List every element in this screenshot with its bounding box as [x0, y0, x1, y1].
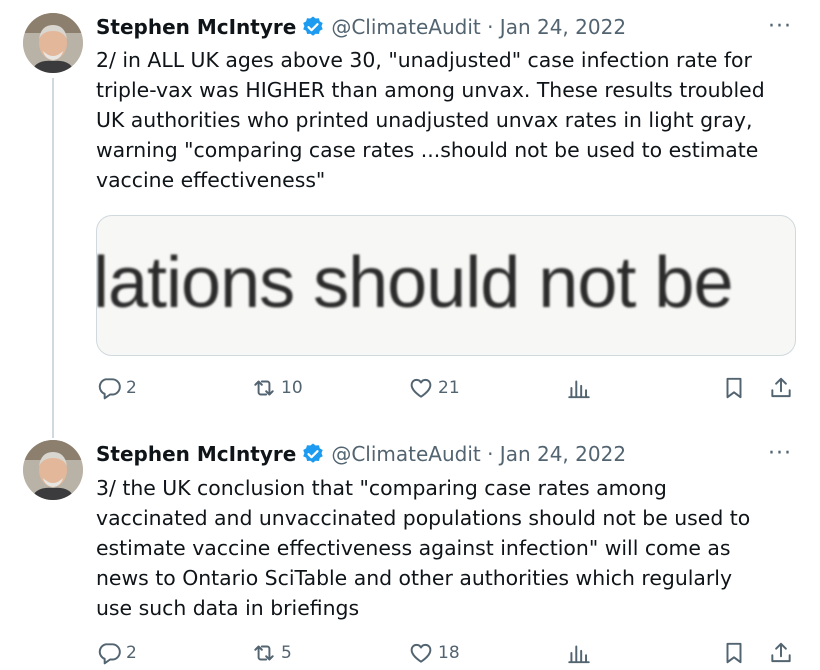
tweet-text: 2/ in ALL UK ages above 30, "unadjusted"… — [96, 48, 765, 192]
repost-button[interactable]: 10 — [251, 375, 303, 401]
more-options-icon[interactable]: ··· — [768, 441, 792, 466]
tweet-text: 3/ the UK conclusion that "comparing cas… — [96, 476, 751, 620]
reply-count: 2 — [126, 378, 137, 398]
repost-count: 10 — [281, 378, 303, 398]
like-count: 21 — [438, 378, 460, 398]
analytics-icon — [568, 645, 590, 664]
repost-icon — [254, 645, 274, 661]
heart-icon — [410, 378, 432, 398]
views-button[interactable] — [566, 375, 592, 401]
heart-icon — [410, 643, 432, 663]
repost-count: 5 — [281, 643, 292, 663]
author-avatar[interactable] — [23, 13, 83, 73]
tweet-header: Stephen McIntyre @ClimateAudit · Jan 24,… — [96, 440, 626, 468]
more-options-icon[interactable]: ··· — [768, 14, 792, 39]
bookmark-icon — [726, 642, 742, 664]
verified-badge-icon — [301, 15, 325, 39]
bookmark-button[interactable] — [721, 375, 747, 401]
thread-connector-line — [52, 78, 54, 438]
bookmark-button[interactable] — [721, 640, 747, 666]
reply-button[interactable]: 2 — [96, 640, 137, 666]
share-icon — [771, 642, 791, 663]
verified-badge-icon — [301, 442, 325, 466]
author-name[interactable]: Stephen McIntyre — [96, 442, 296, 466]
author-avatar[interactable] — [23, 440, 83, 500]
views-button[interactable] — [566, 640, 592, 666]
tweet-media-image[interactable]: lations should not be — [96, 215, 796, 356]
reply-button[interactable]: 2 — [96, 375, 137, 401]
like-button[interactable]: 18 — [408, 640, 460, 666]
repost-button[interactable]: 5 — [251, 640, 292, 666]
share-icon — [771, 377, 791, 398]
share-button[interactable] — [768, 640, 794, 666]
tweet-header: Stephen McIntyre @ClimateAudit · Jan 24,… — [96, 13, 626, 41]
reply-count: 2 — [126, 643, 137, 663]
reply-icon — [98, 643, 121, 665]
media-image-text: lations should not be — [96, 243, 733, 323]
tweet-actions: 2 5 18 — [96, 640, 796, 670]
analytics-icon — [568, 380, 590, 399]
reply-icon — [98, 378, 121, 400]
repost-icon — [254, 380, 274, 396]
avatar-photo-icon — [23, 440, 83, 500]
like-button[interactable]: 21 — [408, 375, 460, 401]
tweet-actions: 2 10 21 — [96, 375, 796, 405]
like-count: 18 — [438, 643, 460, 663]
author-name[interactable]: Stephen McIntyre — [96, 15, 296, 39]
bookmark-icon — [726, 377, 742, 399]
author-handle-date[interactable]: @ClimateAudit · Jan 24, 2022 — [331, 442, 626, 466]
author-handle-date[interactable]: @ClimateAudit · Jan 24, 2022 — [331, 15, 626, 39]
avatar-photo-icon — [23, 13, 83, 73]
share-button[interactable] — [768, 375, 794, 401]
